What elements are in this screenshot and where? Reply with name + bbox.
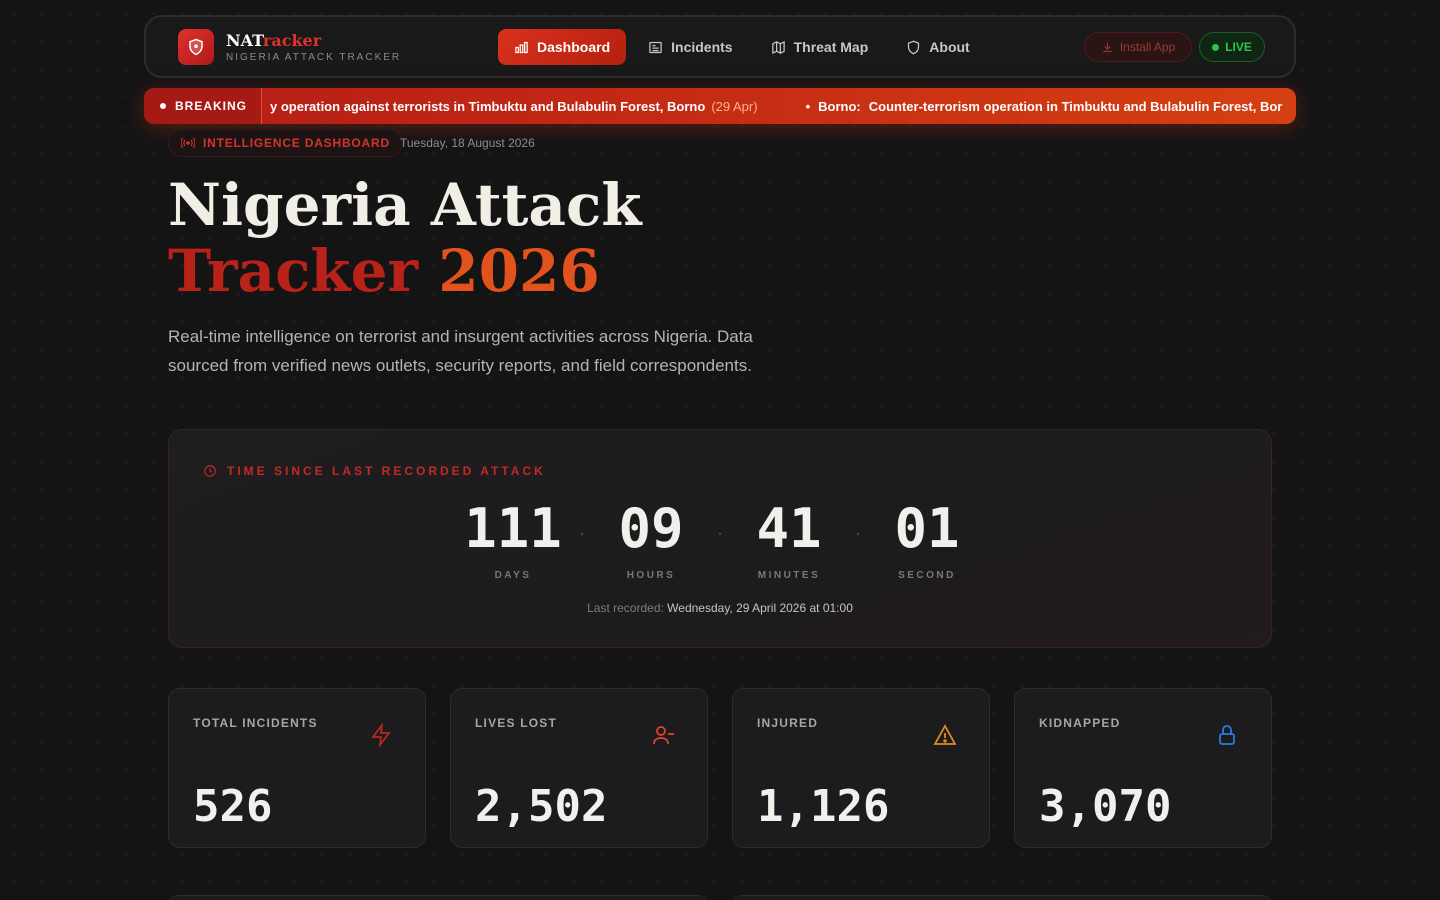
top-navbar: NATracker NIGERIA ATTACK TRACKER Dashboa… — [144, 15, 1296, 78]
time-since-last-attack-card: TIME SINCE LAST RECORDED ATTACK 111 DAYS… — [168, 429, 1272, 648]
stat-card-total-incidents[interactable]: TOTAL INCIDENTS 526 — [168, 688, 426, 848]
live-dot-icon — [1212, 43, 1220, 51]
countdown-units: 111 DAYS · 09 HOURS · 41 MINUTES · 01 SE… — [169, 496, 1271, 581]
breaking-news-ticker: BREAKING y operation against terrorists … — [144, 88, 1296, 124]
breaking-dot-icon — [160, 103, 166, 109]
bar-chart-icon — [515, 41, 528, 53]
lock-icon — [1219, 725, 1235, 745]
nav-about[interactable]: About — [890, 29, 985, 65]
countdown-seconds: 01 SECOND — [894, 497, 960, 581]
countdown-separator: · — [578, 520, 586, 545]
clock-icon — [204, 465, 216, 477]
broadcast-icon — [181, 137, 195, 149]
countdown-days: 111 DAYS — [464, 497, 562, 581]
countdown-label: TIME SINCE LAST RECORDED ATTACK — [203, 464, 546, 478]
countdown-minutes: 41 MINUTES — [756, 497, 822, 581]
nav-links: Dashboard Incidents Threat Map About — [498, 29, 986, 65]
newspaper-icon — [649, 41, 662, 53]
brand-subtitle: NIGERIA ATTACK TRACKER — [226, 51, 402, 63]
user-minus-icon — [653, 726, 674, 745]
map-icon — [771, 40, 785, 54]
shield-logo-icon — [178, 29, 214, 65]
intelligence-dashboard-pill: INTELLIGENCE DASHBOARD — [168, 129, 403, 157]
stat-card-kidnapped[interactable]: KIDNAPPED 3,070 — [1014, 688, 1272, 848]
lightning-icon — [371, 723, 391, 747]
countdown-separator: · — [716, 520, 724, 545]
page-title: Nigeria Attack Tracker 2026 — [168, 171, 642, 305]
next-section-card — [732, 895, 1272, 900]
last-recorded-text: Last recorded: Wednesday, 29 April 2026 … — [587, 601, 853, 615]
live-status-badge: LIVE — [1199, 32, 1265, 62]
install-app-button[interactable]: Install App — [1084, 32, 1192, 62]
brand[interactable]: NATracker NIGERIA ATTACK TRACKER — [178, 29, 401, 65]
bullet-icon: • — [805, 98, 811, 114]
warning-icon — [933, 724, 957, 745]
current-date: Tuesday, 18 August 2026 — [400, 136, 535, 150]
ticker-label: BREAKING — [144, 88, 262, 124]
nav-dashboard[interactable]: Dashboard — [498, 29, 627, 65]
countdown-separator: · — [854, 520, 862, 545]
ticker-item[interactable]: y operation against terrorists in Timbuk… — [270, 99, 758, 114]
ticker-item[interactable]: • Borno: Counter-terrorism operation in Ti… — [806, 99, 1283, 114]
page-description: Real-time intelligence on terrorist and … — [168, 327, 753, 375]
next-section-card — [168, 895, 708, 900]
nav-threat-map[interactable]: Threat Map — [755, 29, 885, 65]
brand-name: NATracker — [226, 30, 322, 50]
stat-card-lives-lost[interactable]: LIVES LOST 2,502 — [450, 688, 708, 848]
nav-incidents[interactable]: Incidents — [632, 29, 748, 65]
shield-icon — [908, 40, 920, 54]
stat-card-injured[interactable]: INJURED 1,126 — [732, 688, 990, 848]
download-icon — [1102, 42, 1112, 52]
countdown-hours: 09 HOURS — [618, 497, 684, 581]
